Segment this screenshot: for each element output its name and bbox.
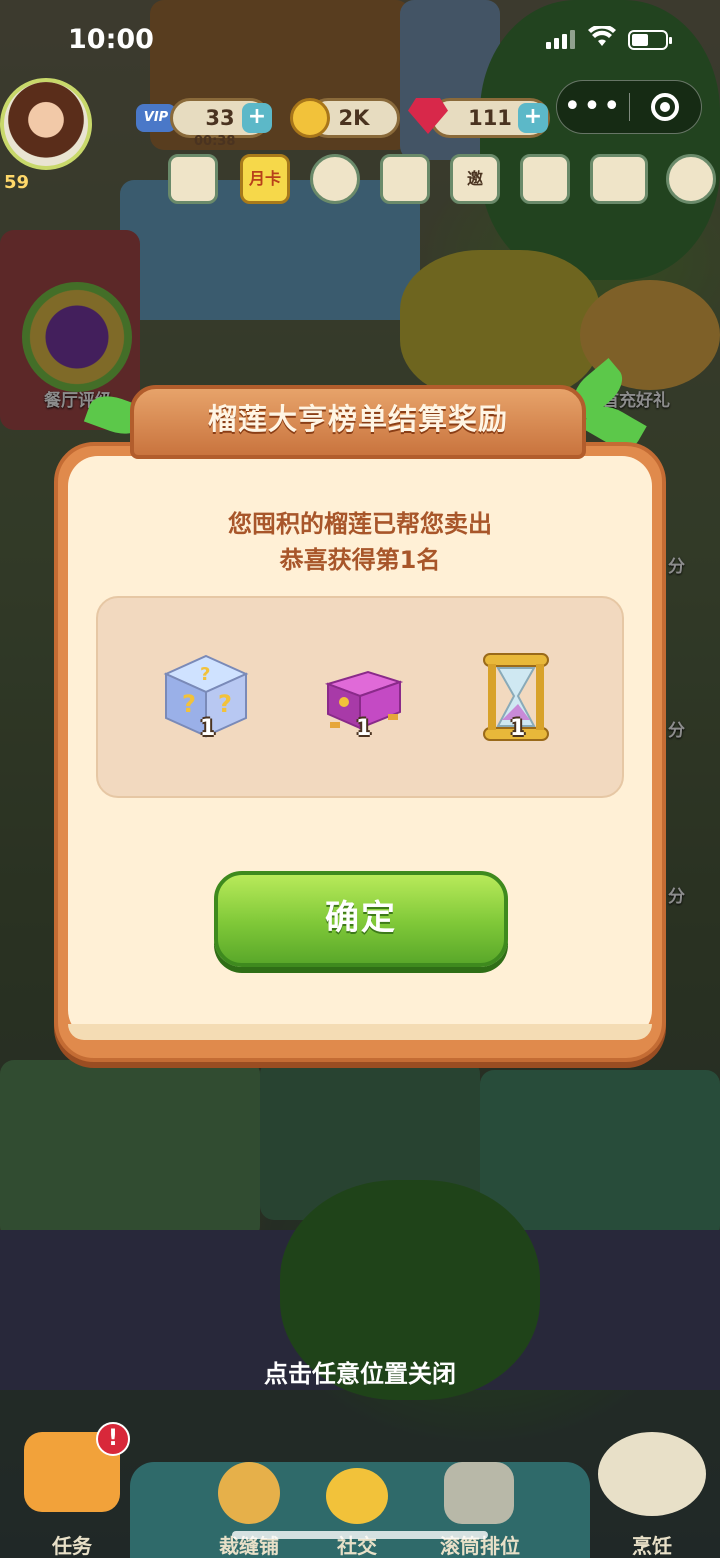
reward-dialog-title: 榴莲大亨榜单结算奖励	[207, 402, 508, 436]
record-circle-icon[interactable]	[630, 93, 701, 121]
chat-icon[interactable]	[310, 154, 360, 204]
mail-icon[interactable]	[590, 154, 648, 204]
miniprogram-capsule: •••	[556, 80, 702, 134]
svg-text:?: ?	[218, 690, 232, 718]
cellular-signal-icon	[546, 30, 575, 49]
gear-icon[interactable]	[666, 154, 716, 204]
reward-message-line1: 您囤积的榴莲已帮您卖出	[228, 510, 492, 538]
svg-text:?: ?	[200, 664, 210, 685]
reward-qty-1: 1	[200, 716, 216, 741]
confirm-button-label: 确定	[325, 898, 397, 938]
bottom-nav: ! 任务 裁缝铺 社交 滚筒排位 烹饪	[0, 1422, 720, 1558]
reward-qty-3: 1	[510, 716, 526, 741]
svg-text:?: ?	[182, 690, 196, 718]
add-gem-button[interactable]: +	[518, 103, 548, 133]
vip-crown-icon[interactable]	[168, 154, 218, 204]
battery-icon	[628, 30, 672, 50]
nav-item-cooking[interactable]: 烹饪	[624, 1530, 680, 1558]
player-level: 59	[4, 172, 30, 193]
monthly-card-icon[interactable]: 月卡	[240, 154, 290, 204]
home-indicator	[232, 1531, 488, 1539]
status-bar: 10:00	[0, 0, 720, 80]
wifi-icon	[588, 26, 616, 46]
reward-message-line2: 恭喜获得第1名	[279, 546, 441, 574]
cooking-pot-icon[interactable]	[598, 1432, 706, 1516]
invite-icon[interactable]: 邀	[450, 154, 500, 204]
trophy-icon[interactable]	[444, 1462, 514, 1524]
player-avatar[interactable]	[0, 78, 92, 170]
energy-timer: 00:38	[194, 134, 236, 149]
tap-to-close-hint: 点击任意位置关闭	[264, 1360, 456, 1388]
status-time: 10:00	[68, 24, 154, 55]
task-alert-badge: !	[96, 1422, 130, 1456]
coin-icon	[290, 98, 330, 138]
nav-item-tasks[interactable]: 任务	[48, 1530, 96, 1558]
sewing-icon[interactable]	[218, 1462, 280, 1524]
duck-icon[interactable]	[326, 1468, 388, 1524]
reward-qty-2: 1	[356, 716, 372, 741]
calendar-check-icon[interactable]	[380, 154, 430, 204]
confirm-button[interactable]: 确定	[214, 871, 508, 967]
add-energy-button[interactable]: +	[242, 103, 272, 133]
book-icon[interactable]	[520, 154, 570, 204]
more-dots-icon[interactable]: •••	[557, 80, 629, 134]
